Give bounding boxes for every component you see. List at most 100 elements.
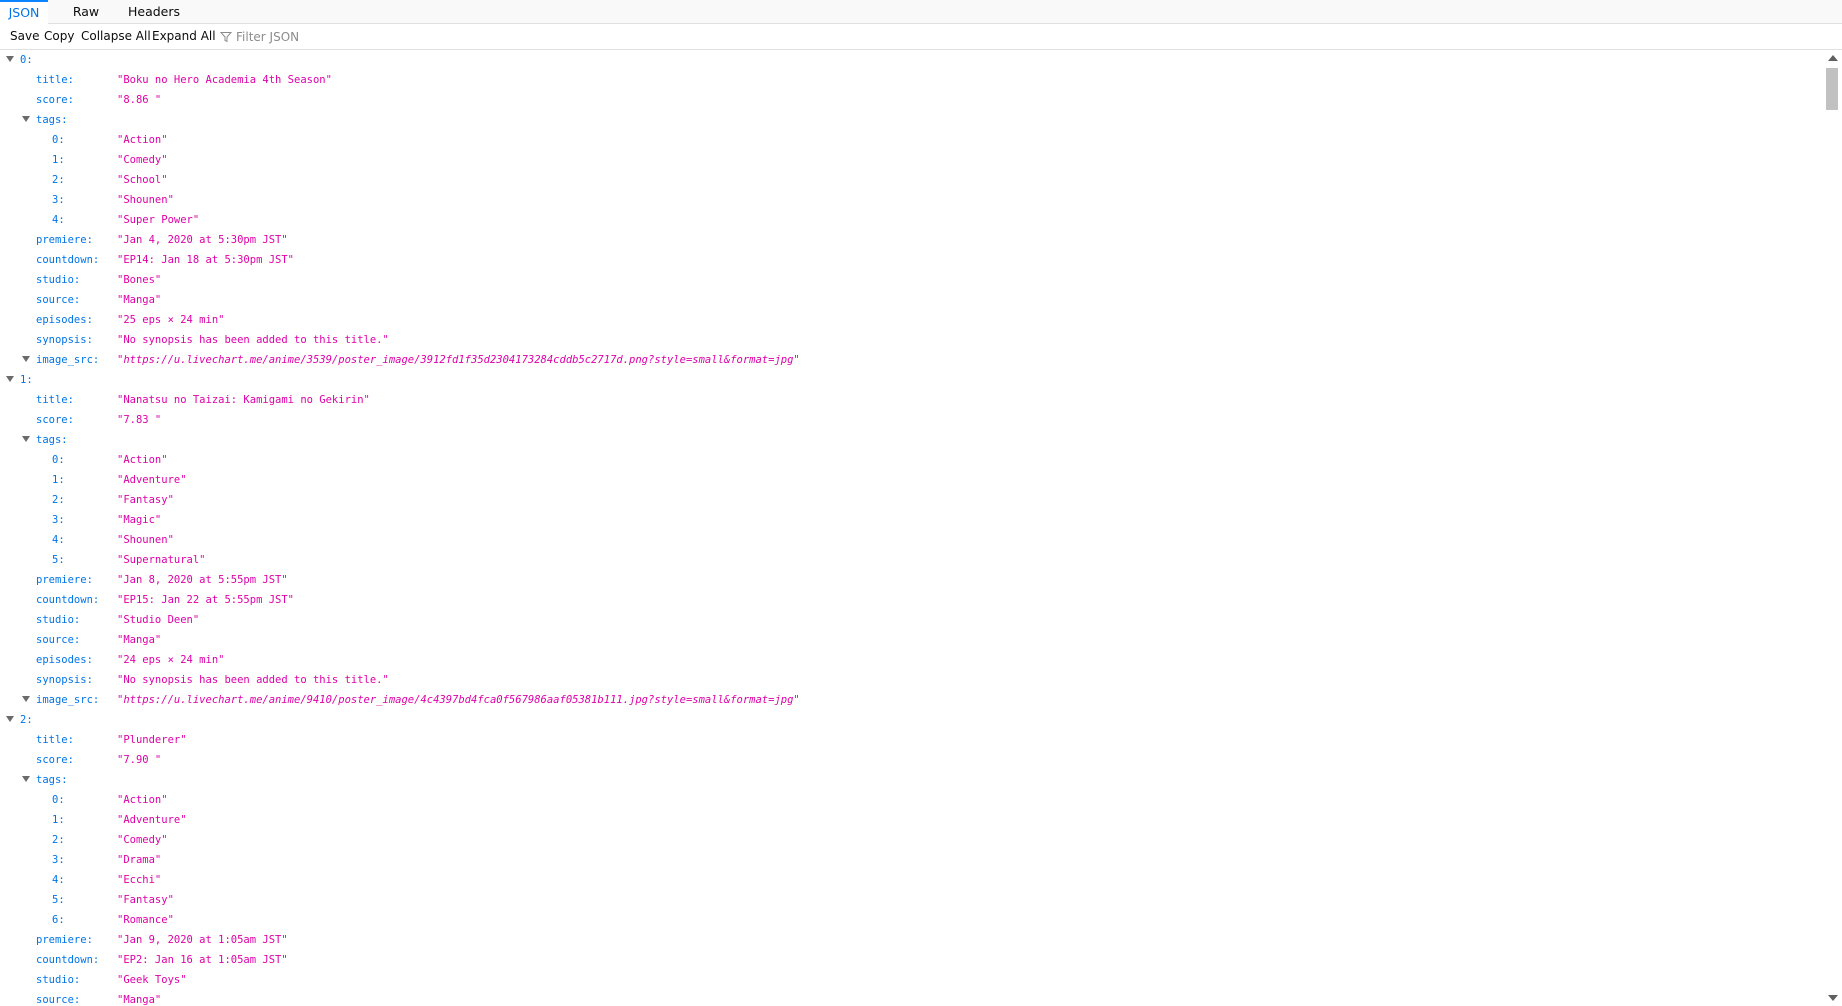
expand-toggle-icon[interactable] <box>6 376 14 382</box>
json-row[interactable]: 3: "Magic" <box>0 510 1823 530</box>
json-row[interactable]: 3: "Shounen" <box>0 190 1823 210</box>
json-key: 5: <box>52 894 65 906</box>
save-button[interactable]: Save <box>10 24 39 49</box>
expand-toggle-icon[interactable] <box>22 776 30 782</box>
json-row[interactable]: source: "Manga" <box>0 990 1823 1006</box>
json-value: "Plunderer" <box>117 734 187 746</box>
json-row[interactable]: 1: "Comedy" <box>0 150 1823 170</box>
json-row[interactable]: synopsis: "No synopsis has been added to … <box>0 670 1823 690</box>
json-row[interactable]: countdown: "EP15: Jan 22 at 5:55pm JST" <box>0 590 1823 610</box>
json-row[interactable]: image_src: "https://u.livechart.me/anime/… <box>0 350 1823 370</box>
expand-toggle-icon[interactable] <box>6 716 14 722</box>
json-key: 0: <box>20 54 33 66</box>
scroll-down-arrow-icon[interactable] <box>1828 995 1838 1001</box>
json-value: "Romance" <box>117 914 174 926</box>
json-row[interactable]: 0: "Action" <box>0 450 1823 470</box>
json-row[interactable]: 2: "School" <box>0 170 1823 190</box>
json-row[interactable]: tags: <box>0 110 1823 130</box>
json-row[interactable]: 5: "Supernatural" <box>0 550 1823 570</box>
json-value: "Fantasy" <box>117 494 174 506</box>
json-row[interactable]: studio: "Studio Deen" <box>0 610 1823 630</box>
json-row[interactable]: countdown: "EP2: Jan 16 at 1:05am JST" <box>0 950 1823 970</box>
json-row[interactable]: countdown: "EP14: Jan 18 at 5:30pm JST" <box>0 250 1823 270</box>
expand-all-button[interactable]: Expand All <box>152 24 216 49</box>
json-value: "Studio Deen" <box>117 614 200 626</box>
json-key: image_src: <box>36 354 100 366</box>
json-row[interactable]: score: "7.83 " <box>0 410 1823 430</box>
json-value: "Magic" <box>117 514 162 526</box>
json-key: score: <box>36 94 74 106</box>
json-key: premiere: <box>36 234 93 246</box>
json-row[interactable]: source: "Manga" <box>0 290 1823 310</box>
json-value: "Shounen" <box>117 194 174 206</box>
json-row[interactable]: tags: <box>0 430 1823 450</box>
collapse-all-button[interactable]: Collapse All <box>81 24 151 49</box>
expand-toggle-icon[interactable] <box>22 116 30 122</box>
json-key: tags: <box>36 774 68 786</box>
json-key: 6: <box>52 914 65 926</box>
json-value: "Drama" <box>117 854 162 866</box>
json-row[interactable]: studio: "Geek Toys" <box>0 970 1823 990</box>
json-row[interactable]: 0: "Action" <box>0 790 1823 810</box>
json-key: studio: <box>36 274 81 286</box>
tab-raw-data[interactable]: Raw Data <box>56 0 116 43</box>
scrollbar-thumb[interactable] <box>1826 68 1838 110</box>
expand-toggle-icon[interactable] <box>22 436 30 442</box>
json-row[interactable]: title: "Nanatsu no Taizai: Kamigami no Ge… <box>0 390 1823 410</box>
json-row[interactable]: studio: "Bones" <box>0 270 1823 290</box>
json-value: "Super Power" <box>117 214 200 226</box>
json-row[interactable]: episodes: "24 eps × 24 min" <box>0 650 1823 670</box>
json-row[interactable]: 1: "Adventure" <box>0 470 1823 490</box>
json-row[interactable]: 1: <box>0 370 1823 390</box>
json-row[interactable]: 4: "Ecchi" <box>0 870 1823 890</box>
json-value: "24 eps × 24 min" <box>117 654 225 666</box>
json-row[interactable]: score: "7.90 " <box>0 750 1823 770</box>
json-value: "Manga" <box>117 634 162 646</box>
json-row[interactable]: image_src: "https://u.livechart.me/anime/… <box>0 690 1823 710</box>
json-row[interactable]: 6: "Romance" <box>0 910 1823 930</box>
scroll-up-arrow-icon[interactable] <box>1828 55 1838 61</box>
json-row[interactable]: premiere: "Jan 9, 2020 at 1:05am JST" <box>0 930 1823 950</box>
tab-json[interactable]: JSON <box>0 0 48 25</box>
copy-button[interactable]: Copy <box>44 24 74 49</box>
json-value: "No synopsis has been added to this titl… <box>117 334 389 346</box>
json-key: 2: <box>52 174 65 186</box>
json-row[interactable]: 0: "Action" <box>0 130 1823 150</box>
json-row[interactable]: synopsis: "No synopsis has been added to … <box>0 330 1823 350</box>
json-row[interactable]: premiere: "Jan 4, 2020 at 5:30pm JST" <box>0 230 1823 250</box>
json-key: 0: <box>52 134 65 146</box>
json-key: 4: <box>52 874 65 886</box>
json-value: "Nanatsu no Taizai: Kamigami no Gekirin" <box>117 394 370 406</box>
expand-toggle-icon[interactable] <box>22 356 30 362</box>
json-key: 2: <box>20 714 33 726</box>
json-row[interactable]: 2: "Comedy" <box>0 830 1823 850</box>
json-row[interactable]: 4: "Shounen" <box>0 530 1823 550</box>
json-row[interactable]: title: "Boku no Hero Academia 4th Season" <box>0 70 1823 90</box>
json-row[interactable]: tags: <box>0 770 1823 790</box>
json-row[interactable]: title: "Plunderer" <box>0 730 1823 750</box>
json-row[interactable]: 0: <box>0 50 1823 70</box>
tab-headers[interactable]: Headers <box>128 0 180 24</box>
expand-toggle-icon[interactable] <box>6 56 14 62</box>
json-key: 1: <box>52 154 65 166</box>
json-row[interactable]: 2: "Fantasy" <box>0 490 1823 510</box>
json-row[interactable]: 1: "Adventure" <box>0 810 1823 830</box>
json-value: "Jan 8, 2020 at 5:55pm JST" <box>117 574 288 586</box>
vertical-scrollbar[interactable] <box>1823 50 1842 1006</box>
json-value: "EP14: Jan 18 at 5:30pm JST" <box>117 254 295 266</box>
json-key: 0: <box>52 454 65 466</box>
json-row[interactable]: premiere: "Jan 8, 2020 at 5:55pm JST" <box>0 570 1823 590</box>
json-key: tags: <box>36 114 68 126</box>
json-row[interactable]: score: "8.86 " <box>0 90 1823 110</box>
json-row[interactable]: episodes: "25 eps × 24 min" <box>0 310 1823 330</box>
json-row[interactable]: 4: "Super Power" <box>0 210 1823 230</box>
json-value: "Action" <box>117 794 168 806</box>
json-row[interactable]: 2: <box>0 710 1823 730</box>
filter-json-input[interactable] <box>236 27 496 46</box>
json-row[interactable]: 3: "Drama" <box>0 850 1823 870</box>
json-value: "EP2: Jan 16 at 1:05am JST" <box>117 954 288 966</box>
expand-toggle-icon[interactable] <box>22 696 30 702</box>
json-row[interactable]: source: "Manga" <box>0 630 1823 650</box>
json-row[interactable]: 5: "Fantasy" <box>0 890 1823 910</box>
json-key: 1: <box>52 474 65 486</box>
